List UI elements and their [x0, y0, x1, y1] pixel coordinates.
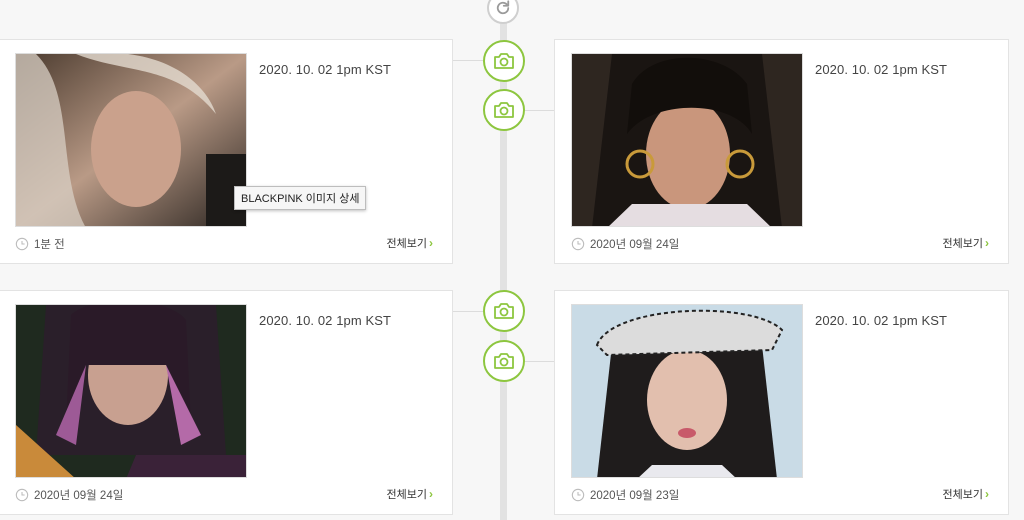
timeline-page: 2020. 10. 02 1pm KST 1분 전 전체보기 › 2020. 1…: [0, 0, 1024, 520]
photo-jennie-beret: [572, 305, 802, 477]
camera-icon: [494, 53, 514, 69]
camera-icon: [494, 353, 514, 369]
clock-icon: [15, 237, 29, 251]
view-all-link[interactable]: 전체보기 ›: [943, 486, 989, 502]
chevron-right-icon: ›: [985, 236, 989, 250]
post-time-text: 1분 전: [34, 239, 65, 251]
post-time: 2020년 09월 23일: [571, 487, 679, 503]
clock-icon: [571, 237, 585, 251]
post-card: 2020. 10. 02 1pm KST 2020년 09월 24일 전체보기 …: [554, 39, 1009, 264]
post-time: 1분 전: [15, 236, 65, 252]
connector: [453, 60, 483, 61]
camera-icon: [494, 303, 514, 319]
timeline-node[interactable]: [483, 40, 525, 82]
chevron-right-icon: ›: [429, 236, 433, 250]
camera-icon: [494, 102, 514, 118]
timeline-node[interactable]: [483, 89, 525, 131]
chevron-right-icon: ›: [429, 487, 433, 501]
view-all-label: 전체보기: [942, 489, 983, 501]
photo-jennie-hoops: [572, 54, 802, 226]
post-time-text: 2020년 09월 24일: [590, 239, 680, 251]
post-time: 2020년 09월 24일: [15, 487, 123, 503]
broadcast-time: 2020. 10. 02 1pm KST: [259, 313, 392, 328]
image-tooltip: BLACKPINK 이미지 상세: [234, 186, 367, 210]
post-photo[interactable]: [15, 53, 247, 227]
connector: [525, 361, 554, 362]
post-card: 2020. 10. 02 1pm KST 2020년 09월 23일 전체보기 …: [554, 290, 1009, 515]
post-time-text: 2020년 09월 24일: [34, 490, 124, 502]
post-card: 2020. 10. 02 1pm KST 1분 전 전체보기 ›: [0, 39, 453, 264]
post-photo[interactable]: [571, 53, 803, 227]
post-card: 2020. 10. 02 1pm KST 2020년 09월 24일 전체보기 …: [0, 290, 453, 515]
connector: [525, 110, 554, 111]
post-time: 2020년 09월 24일: [571, 236, 679, 252]
broadcast-time: 2020. 10. 02 1pm KST: [259, 62, 392, 77]
refresh-icon: [496, 0, 510, 15]
post-photo[interactable]: [571, 304, 803, 478]
photo-lisa: [16, 305, 246, 477]
view-all-label: 전체보기: [386, 489, 427, 501]
refresh-button[interactable]: [487, 0, 519, 24]
connector: [453, 311, 483, 312]
post-time-text: 2020년 09월 23일: [590, 490, 680, 502]
view-all-label: 전체보기: [386, 238, 427, 250]
timeline-node[interactable]: [483, 290, 525, 332]
broadcast-time: 2020. 10. 02 1pm KST: [815, 62, 948, 77]
broadcast-time: 2020. 10. 02 1pm KST: [815, 313, 948, 328]
post-photo[interactable]: [15, 304, 247, 478]
view-all-link[interactable]: 전체보기 ›: [387, 486, 433, 502]
clock-icon: [571, 488, 585, 502]
clock-icon: [15, 488, 29, 502]
view-all-link[interactable]: 전체보기 ›: [943, 235, 989, 251]
chevron-right-icon: ›: [985, 487, 989, 501]
timeline-node[interactable]: [483, 340, 525, 382]
view-all-label: 전체보기: [942, 238, 983, 250]
photo-rose: [16, 54, 246, 226]
view-all-link[interactable]: 전체보기 ›: [387, 235, 433, 251]
